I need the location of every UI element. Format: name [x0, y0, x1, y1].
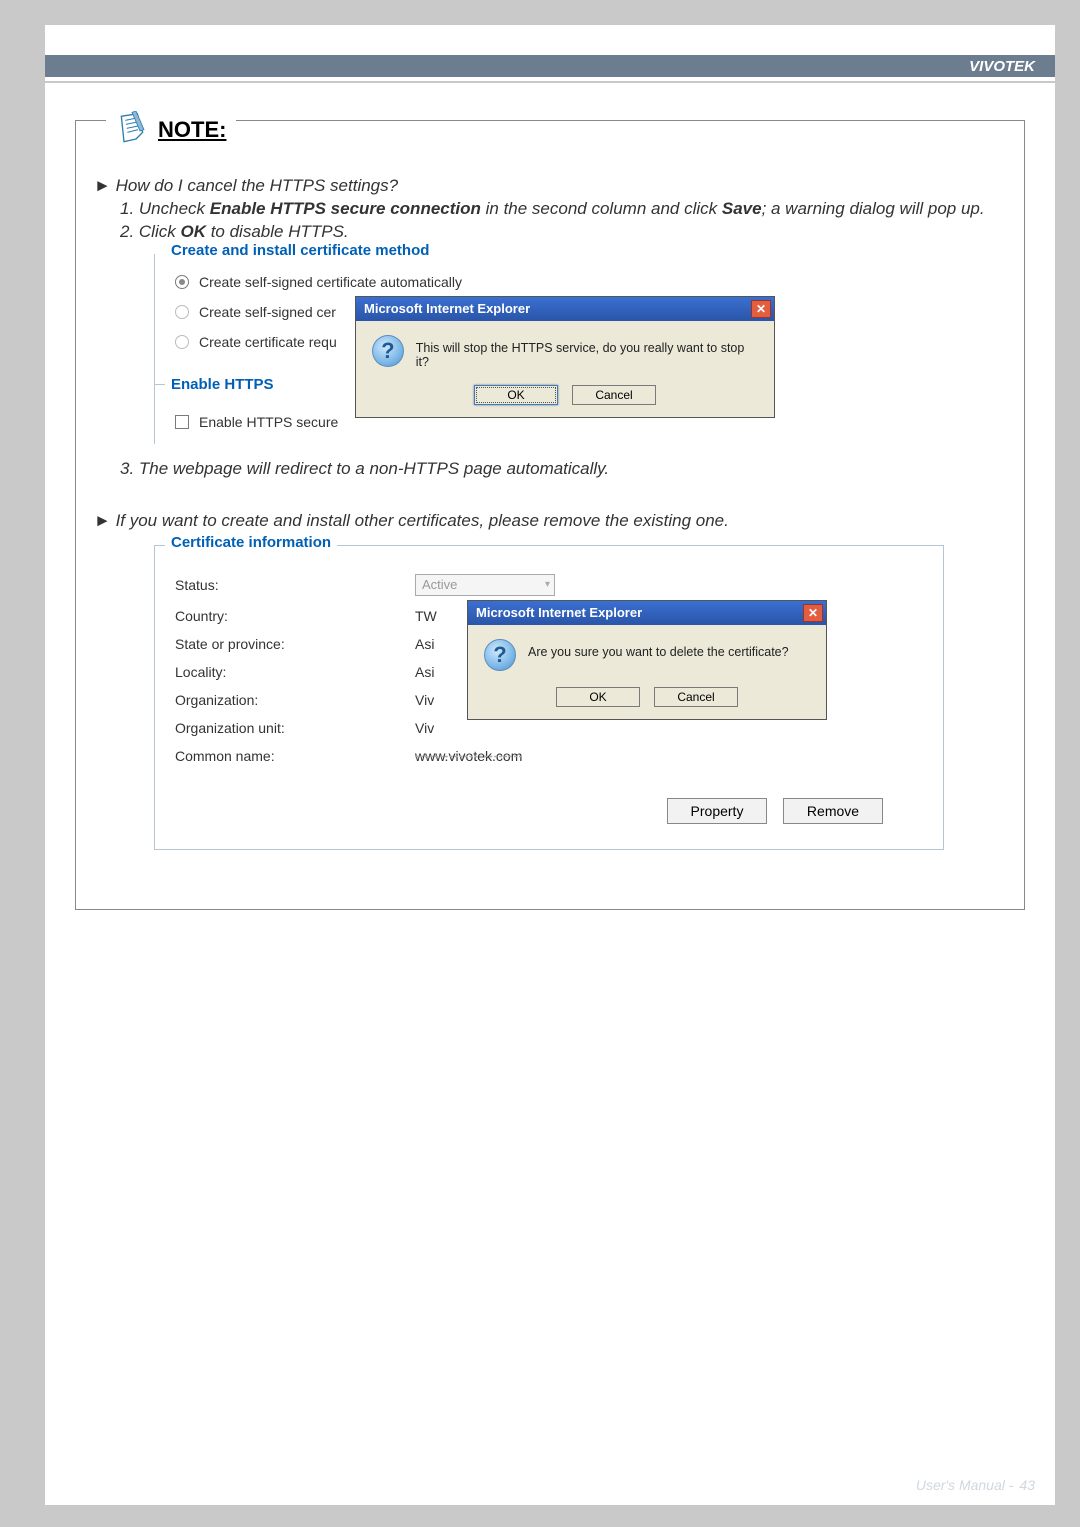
locality-value: Asi [415, 664, 434, 680]
country-label: Country: [155, 608, 415, 624]
fieldset2-legend: Certificate information [165, 534, 337, 551]
ok-button[interactable]: OK [474, 385, 558, 405]
country-row: Country: TW [155, 608, 437, 624]
enable-https-row: Enable HTTPS secure [175, 414, 338, 430]
organization-label: Organization: [155, 692, 415, 708]
status-value: Active [422, 577, 457, 592]
fieldset1-legend: Create and install certificate method [165, 242, 435, 259]
step-2: 2. Click OK to disable HTTPS. [94, 221, 1006, 244]
remove-button[interactable]: Remove [783, 798, 883, 824]
question-icon: ? [372, 335, 404, 367]
state-label: State or province: [155, 636, 415, 652]
org-unit-value: Viv [415, 720, 434, 736]
step-3: 3. The webpage will redirect to a non-HT… [94, 458, 1006, 481]
step1-prefix: 1. Uncheck [120, 199, 210, 218]
ok-button[interactable]: OK [556, 687, 640, 707]
ie-dialog-delete-cert: Microsoft Internet Explorer ✕ ? Are you … [467, 600, 827, 720]
cancel-button[interactable]: Cancel [572, 385, 656, 405]
common-name-label: Common name: [155, 748, 415, 764]
radio-manual-label: Create self-signed cer [199, 304, 336, 320]
step2-suffix: to disable HTTPS. [206, 222, 349, 241]
locality-label: Locality: [155, 664, 415, 680]
ie-dialog2-message: Are you sure you want to delete the cert… [528, 639, 789, 659]
radio-manual[interactable] [175, 305, 189, 319]
rule-left [155, 384, 165, 385]
close-icon[interactable]: ✕ [803, 604, 823, 622]
step1-bold1: Enable HTTPS secure connection [210, 199, 481, 218]
step-1: 1. Uncheck Enable HTTPS secure connectio… [94, 198, 1006, 221]
status-select[interactable]: Active ▾ [415, 574, 555, 596]
header-rule [45, 81, 1055, 83]
radio-request-row: Create certificate requ [175, 334, 337, 350]
step1-mid: in the second column and click [481, 199, 722, 218]
enable-https-label: Enable HTTPS secure [199, 414, 338, 430]
chevron-down-icon: ▾ [545, 579, 550, 590]
note-box: NOTE: How do I cancel the HTTPS settings… [75, 120, 1025, 910]
ie-dialog2-titlebar: Microsoft Internet Explorer ✕ [468, 601, 826, 625]
country-value: TW [415, 608, 437, 624]
cancel-button[interactable]: Cancel [654, 687, 738, 707]
property-button[interactable]: Property [667, 798, 767, 824]
radio-manual-row: Create self-signed cer [175, 304, 336, 320]
step1-bold2: Save [722, 199, 762, 218]
page: VIVOTEK NOTE: How do I cancel the HTTPS … [45, 25, 1055, 1505]
radio-auto[interactable] [175, 275, 189, 289]
organization-row: Organization: Viv [155, 692, 434, 708]
certificate-info-fieldset: Certificate information Status: Active ▾… [154, 545, 944, 850]
page-number: 43 [1019, 1477, 1035, 1493]
note-title: NOTE: [158, 117, 226, 143]
ie-dialog2-title: Microsoft Internet Explorer [476, 605, 642, 620]
enable-https-legend: Enable HTTPS [165, 376, 280, 393]
brand-text: VIVOTEK [969, 58, 1035, 75]
question-2: If you want to create and install other … [94, 511, 1006, 531]
org-unit-label: Organization unit: [155, 720, 415, 736]
footer: User's Manual - 43 [916, 1477, 1035, 1493]
cert-buttons: Property Remove [667, 798, 883, 824]
ie-dialog-stop-https: Microsoft Internet Explorer ✕ ? This wil… [355, 296, 775, 418]
state-value: Asi [415, 636, 434, 652]
step2-bold: OK [180, 222, 206, 241]
question-1: How do I cancel the HTTPS settings? [94, 176, 1006, 196]
common-name-value: www.vivotek.com [415, 748, 522, 764]
step2-prefix: 2. Click [120, 222, 180, 241]
create-cert-fieldset: Create and install certificate method Cr… [154, 254, 924, 444]
note-icon [116, 111, 148, 148]
common-name-row: Common name: www.vivotek.com [155, 748, 522, 764]
ie-dialog1-buttons: OK Cancel [356, 379, 774, 417]
note-tab: NOTE: [106, 111, 236, 148]
ie-dialog1-title: Microsoft Internet Explorer [364, 301, 530, 316]
radio-request[interactable] [175, 335, 189, 349]
ie-dialog1-message: This will stop the HTTPS service, do you… [416, 335, 758, 369]
locality-row: Locality: Asi [155, 664, 434, 680]
radio-request-label: Create certificate requ [199, 334, 337, 350]
ie-dialog1-titlebar: Microsoft Internet Explorer ✕ [356, 297, 774, 321]
step1-suffix: ; a warning dialog will pop up. [762, 199, 985, 218]
note-content: How do I cancel the HTTPS settings? 1. U… [76, 121, 1024, 880]
footer-text: User's Manual - [916, 1477, 1014, 1493]
close-icon[interactable]: ✕ [751, 300, 771, 318]
state-row: State or province: Asi [155, 636, 434, 652]
question-icon: ? [484, 639, 516, 671]
status-label: Status: [155, 577, 415, 593]
ie-dialog1-body: ? This will stop the HTTPS service, do y… [356, 321, 774, 379]
ie-dialog2-body: ? Are you sure you want to delete the ce… [468, 625, 826, 681]
status-row: Status: Active ▾ [155, 574, 555, 596]
radio-auto-label: Create self-signed certificate automatic… [199, 274, 462, 290]
ie-dialog2-buttons: OK Cancel [468, 681, 826, 719]
radio-auto-row: Create self-signed certificate automatic… [175, 274, 462, 290]
organization-value: Viv [415, 692, 434, 708]
org-unit-row: Organization unit: Viv [155, 720, 434, 736]
header-bar: VIVOTEK [45, 55, 1055, 77]
enable-https-checkbox[interactable] [175, 415, 189, 429]
